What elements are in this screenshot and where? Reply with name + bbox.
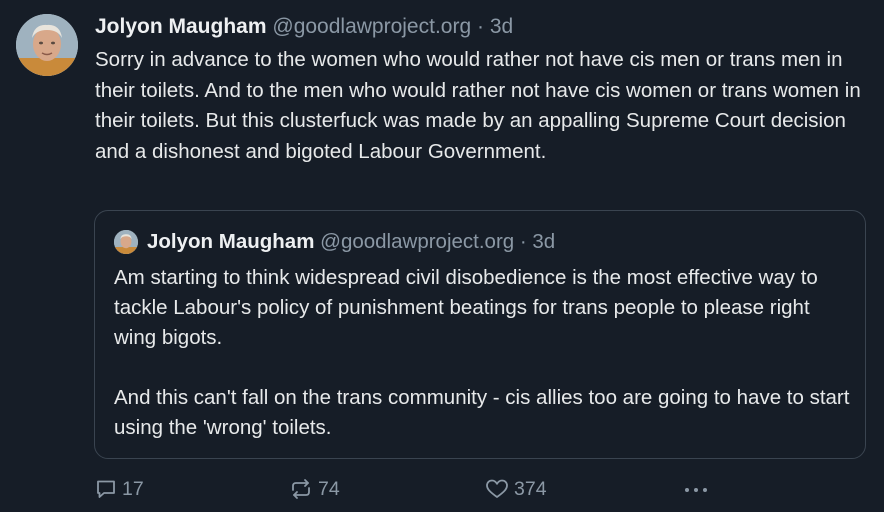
quoted-author-handle: @goodlawproject.org (320, 230, 515, 253)
separator: · (476, 15, 484, 38)
repost-icon (288, 477, 314, 501)
quoted-header: Jolyon Maugham @goodlawproject.org · 3d (147, 228, 555, 256)
quoted-avatar (114, 230, 138, 254)
quoted-separator: · (519, 230, 527, 253)
action-bar: 17 74 374 (0, 476, 884, 502)
quoted-text: Am starting to think widespread civil di… (114, 263, 854, 443)
author-name[interactable]: Jolyon Maugham (95, 15, 267, 38)
reply-count: 17 (122, 477, 144, 500)
quoted-post[interactable]: Jolyon Maugham @goodlawproject.org · 3d … (94, 210, 866, 459)
quoted-paragraph: Am starting to think widespread civil di… (114, 266, 818, 349)
post-time[interactable]: 3d (490, 15, 513, 38)
like-button[interactable]: 374 (484, 476, 547, 502)
reply-icon (94, 477, 118, 501)
post-header: Jolyon Maugham @goodlawproject.org · 3d (95, 13, 513, 41)
like-count: 374 (514, 477, 547, 500)
quoted-paragraph: And this can't fall on the trans communi… (114, 386, 850, 439)
quoted-post-time: 3d (532, 230, 556, 253)
avatar[interactable] (16, 14, 78, 76)
more-button[interactable] (682, 476, 710, 502)
quoted-author-name: Jolyon Maugham (147, 230, 315, 253)
repost-button[interactable]: 74 (288, 476, 340, 502)
heart-icon (484, 477, 510, 501)
more-icon (683, 480, 709, 498)
repost-count: 74 (318, 477, 340, 500)
reply-button[interactable]: 17 (94, 476, 144, 502)
author-handle[interactable]: @goodlawproject.org (272, 15, 471, 38)
post-text: Sorry in advance to the women who would … (95, 48, 861, 163)
